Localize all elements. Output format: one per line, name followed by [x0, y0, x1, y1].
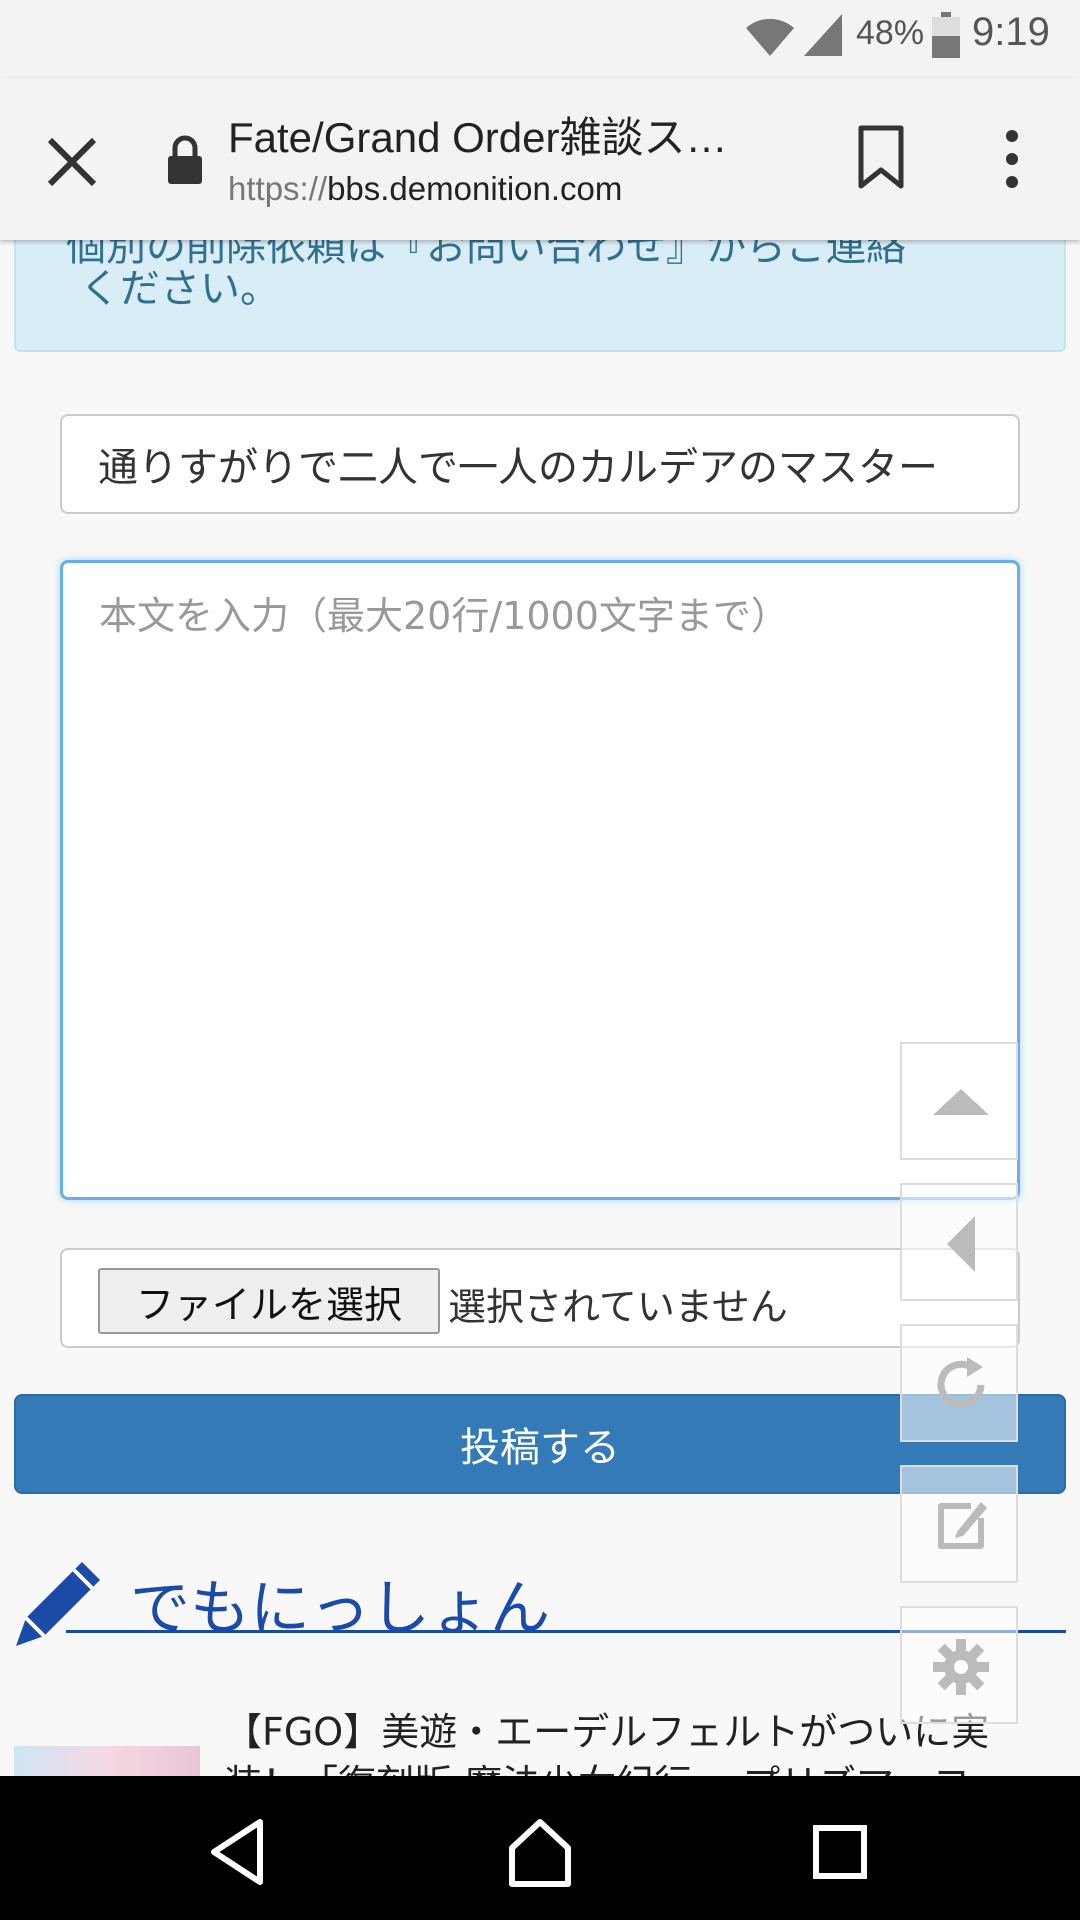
reload-icon — [937, 1357, 985, 1408]
gear-icon — [933, 1639, 989, 1695]
pencil-icon — [16, 1562, 100, 1646]
page-title[interactable]: Fate/Grand Order雑談ス… — [228, 104, 788, 165]
caret-left-icon — [947, 1216, 975, 1272]
compose-button[interactable] — [900, 1465, 1018, 1583]
caret-up-icon — [933, 1089, 989, 1115]
reload-button[interactable] — [900, 1324, 1018, 1442]
settings-button[interactable] — [900, 1606, 1018, 1724]
url-scheme: https:// — [228, 170, 328, 207]
status-bar: 48% 9:19 — [0, 0, 1080, 78]
back-button[interactable] — [900, 1183, 1018, 1301]
body-textarea[interactable] — [60, 560, 1020, 1200]
notice-line-2: ください。 — [80, 266, 280, 312]
home-icon[interactable] — [500, 1812, 580, 1892]
scroll-top-button[interactable] — [900, 1042, 1018, 1160]
battery-icon — [932, 12, 960, 58]
choose-file-button[interactable]: ファイルを選択 — [98, 1268, 440, 1334]
lock-icon — [168, 135, 202, 184]
recent-apps-icon[interactable] — [800, 1812, 880, 1892]
close-icon[interactable] — [40, 130, 104, 194]
url-host: bbs.demonition.com — [327, 170, 623, 207]
file-status: 選択されていません — [448, 1285, 788, 1329]
signal-icon — [804, 14, 842, 56]
file-input[interactable]: ファイルを選択 選択されていません — [60, 1248, 1020, 1348]
site-heading[interactable]: でもにっしょん — [130, 1560, 550, 1647]
name-input[interactable] — [60, 414, 1020, 514]
clock: 9:19 — [972, 10, 1050, 54]
system-nav-bar — [0, 1776, 1080, 1920]
more-options-icon[interactable] — [990, 128, 1034, 190]
browser-toolbar: Fate/Grand Order雑談ス… https://bbs.demonit… — [0, 78, 1080, 240]
bookmark-icon[interactable] — [856, 124, 906, 190]
battery-percent: 48% — [856, 14, 925, 52]
url-bar[interactable]: https://bbs.demonition.com — [228, 170, 622, 208]
wifi-icon — [746, 18, 794, 56]
edit-icon — [938, 1502, 987, 1549]
back-triangle-icon[interactable] — [200, 1812, 280, 1892]
